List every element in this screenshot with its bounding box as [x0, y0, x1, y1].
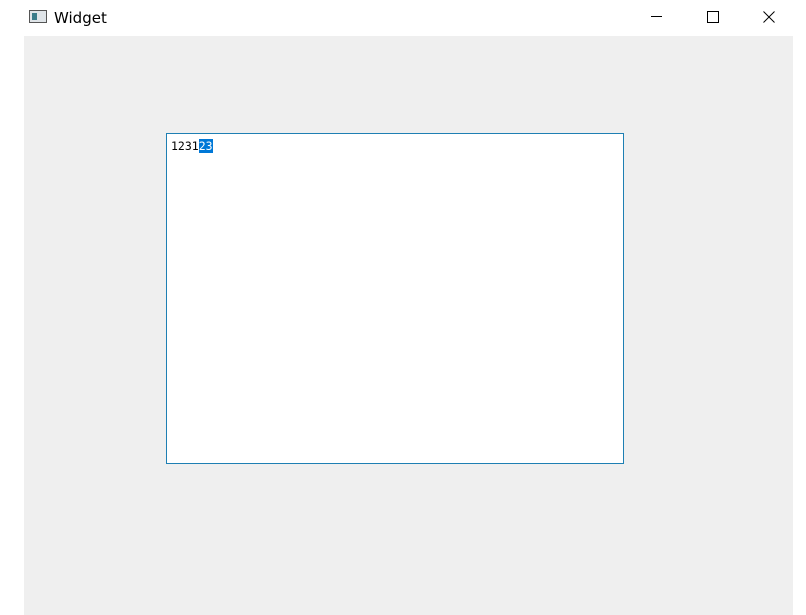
text-unselected: 1231	[171, 139, 199, 153]
client-area: 123123	[24, 36, 793, 615]
maximize-button[interactable]	[690, 0, 736, 34]
close-button[interactable]	[746, 0, 792, 34]
minimize-icon	[651, 16, 662, 17]
text-selected: 23	[198, 139, 213, 153]
window-title: Widget	[54, 9, 107, 27]
text-content[interactable]: 123123	[171, 139, 213, 153]
close-icon	[763, 11, 775, 23]
title-bar[interactable]: Widget	[0, 0, 806, 36]
window: Widget 123123	[0, 0, 806, 615]
app-window-icon[interactable]	[29, 10, 47, 23]
text-edit[interactable]: 123123	[166, 133, 624, 464]
minimize-button[interactable]	[633, 0, 679, 34]
maximize-icon	[707, 11, 719, 23]
